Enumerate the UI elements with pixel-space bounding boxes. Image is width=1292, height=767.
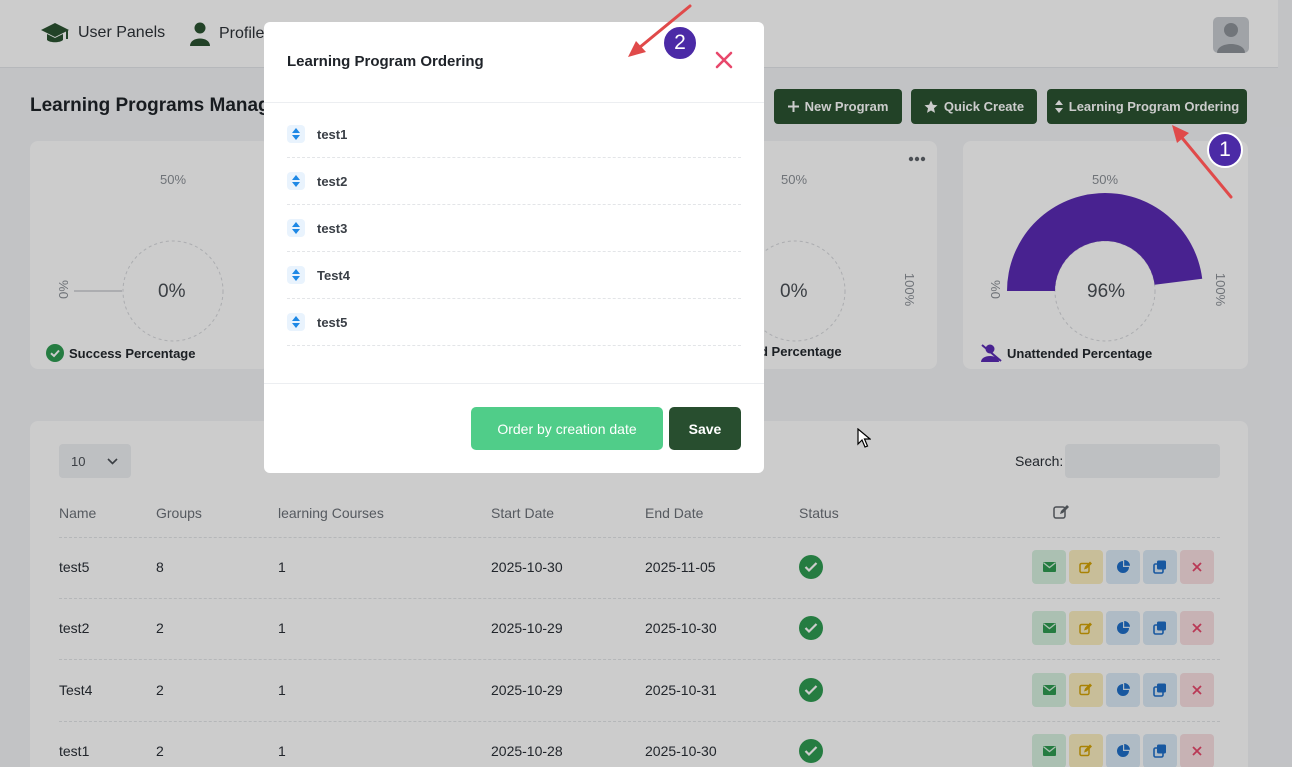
- step-badge-1: 1: [1207, 132, 1243, 168]
- annotation-arrows: [628, 4, 1233, 199]
- mouse-cursor-icon: [857, 428, 871, 448]
- step-badge-2: 2: [662, 25, 698, 61]
